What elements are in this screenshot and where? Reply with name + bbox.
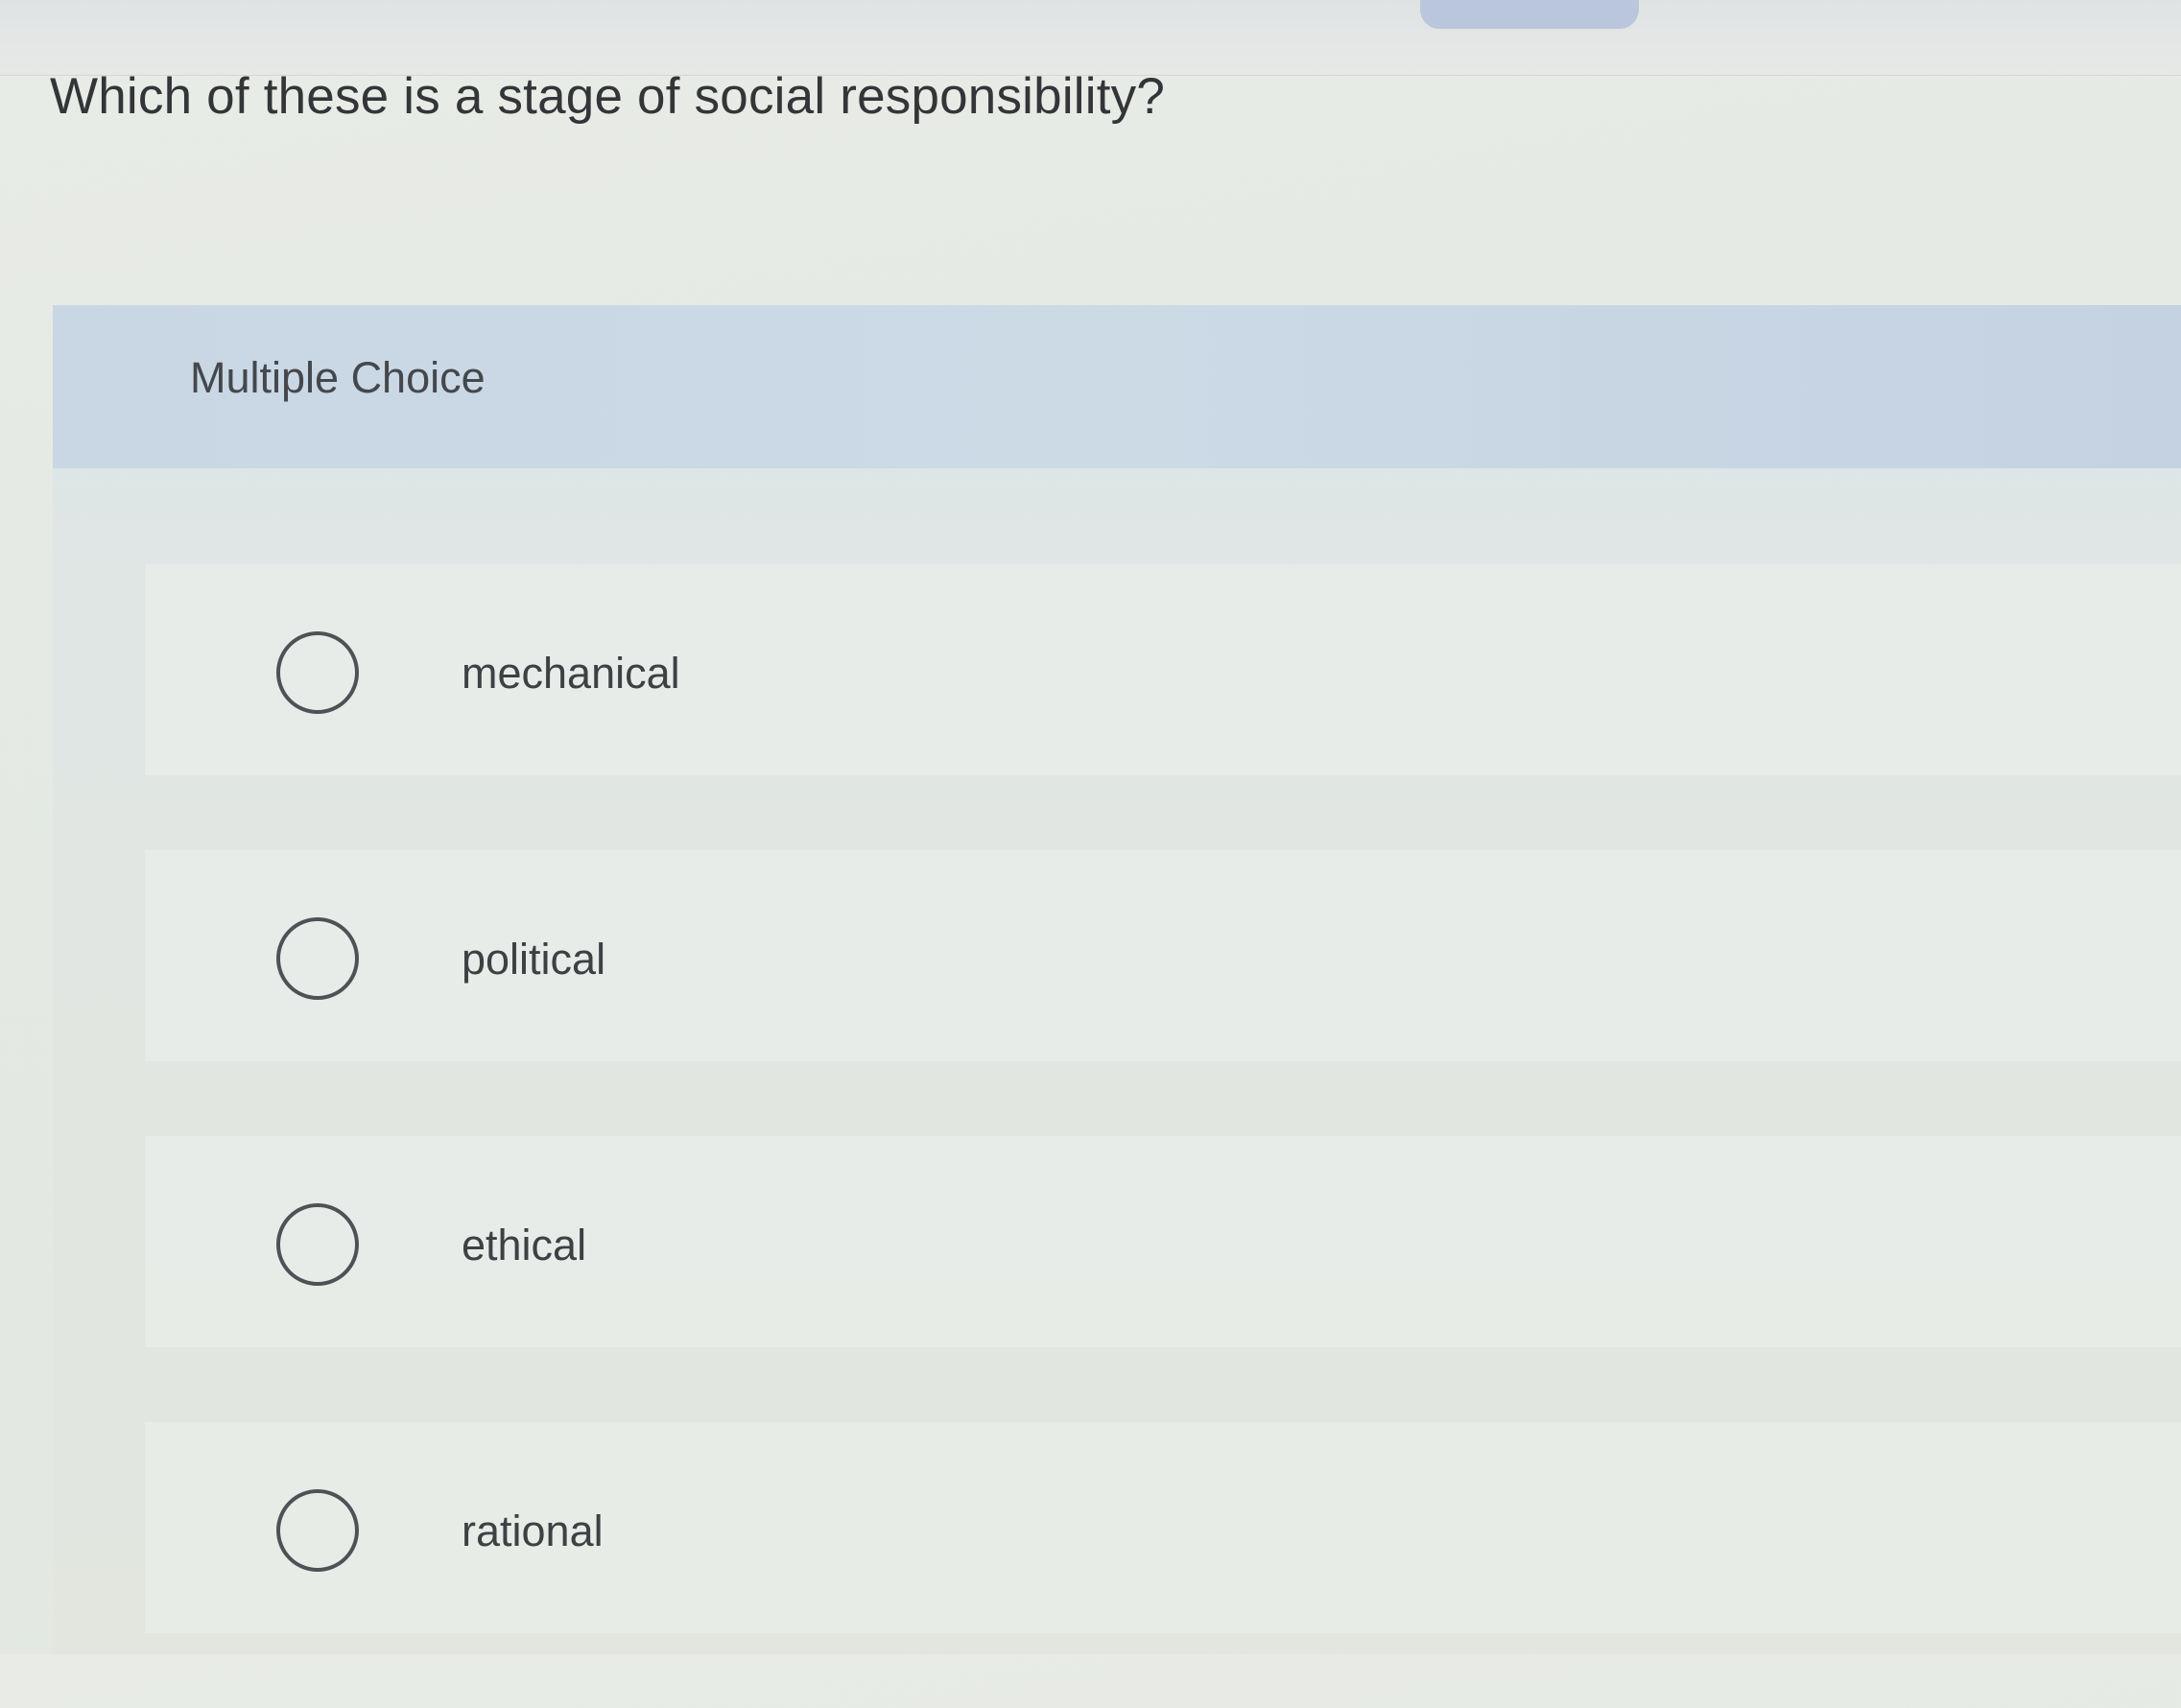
choice-label: ethical bbox=[462, 1221, 587, 1269]
answer-panel: Multiple Choice mechanical political eth… bbox=[53, 305, 2181, 1654]
choice-label: rational bbox=[462, 1506, 604, 1555]
question-text: Which of these is a stage of social resp… bbox=[50, 68, 1166, 125]
radio-button[interactable] bbox=[276, 1203, 359, 1286]
radio-button[interactable] bbox=[276, 917, 359, 1000]
top-bar bbox=[0, 0, 2181, 76]
choice-option-ethical[interactable]: ethical bbox=[145, 1136, 2181, 1347]
choice-list: mechanical political ethical rational bbox=[145, 564, 2181, 1708]
radio-button[interactable] bbox=[276, 631, 359, 714]
choice-option-political[interactable]: political bbox=[145, 850, 2181, 1061]
choice-option-mechanical[interactable]: mechanical bbox=[145, 564, 2181, 775]
top-tab-button[interactable] bbox=[1420, 0, 1639, 29]
question-type-label: Multiple Choice bbox=[190, 353, 486, 402]
choice-label: political bbox=[462, 935, 606, 984]
choice-option-rational[interactable]: rational bbox=[145, 1422, 2181, 1633]
choice-label: mechanical bbox=[462, 649, 680, 698]
panel-header: Multiple Choice bbox=[53, 305, 2181, 468]
radio-button[interactable] bbox=[276, 1489, 359, 1572]
